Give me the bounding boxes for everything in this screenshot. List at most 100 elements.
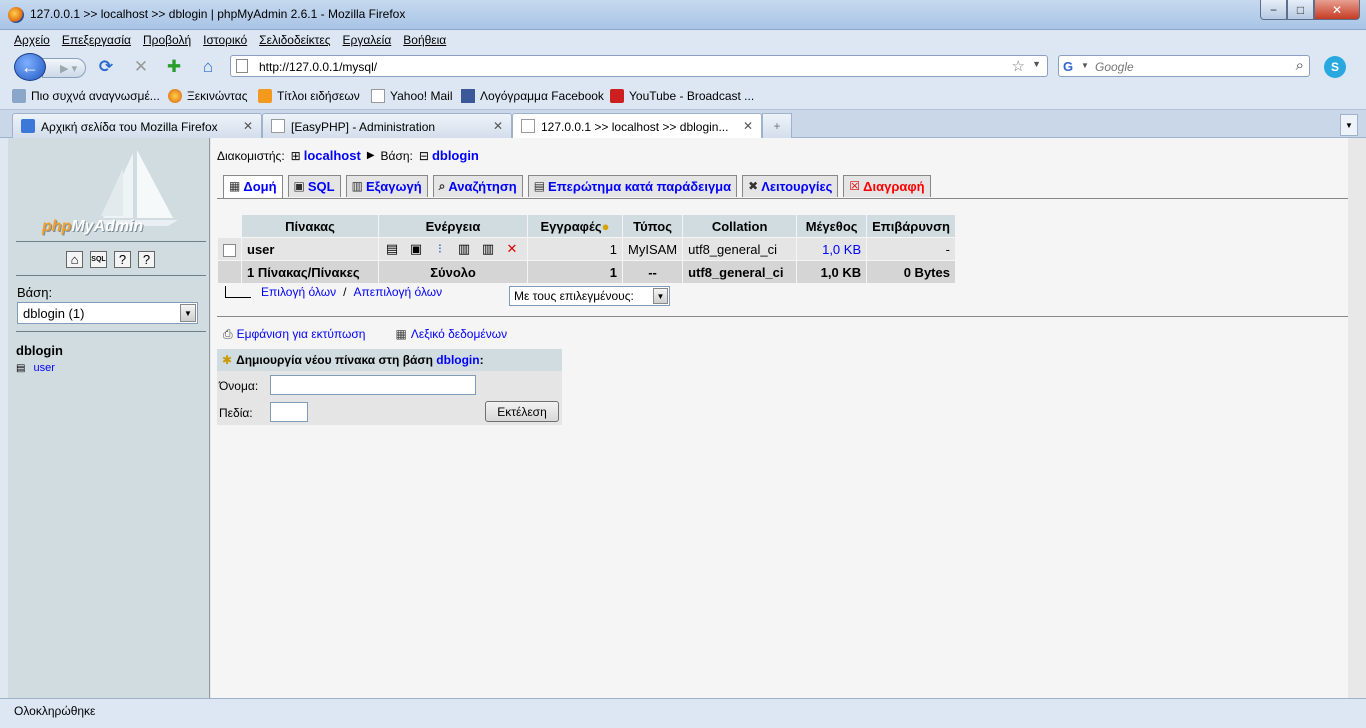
structure-icon[interactable]: ▣ (408, 241, 424, 257)
menu-file[interactable]: Αρχείο (14, 33, 50, 47)
table-name-input[interactable] (270, 375, 476, 395)
breadcrumb: Διακομιστής: ⊞ localhost ▶ Βάση: ⊟ dblog… (217, 148, 479, 163)
new-tab-button[interactable]: + (762, 113, 792, 138)
browse-icon[interactable]: ▤ (384, 241, 400, 257)
new-table-icon: ✱ (222, 353, 233, 367)
stop-icon[interactable]: ✕ (131, 57, 151, 77)
bookmark-youtube[interactable]: YouTube - Broadcast ... (610, 89, 754, 103)
tab-drop[interactable]: ☒ Διαγραφή (843, 175, 931, 197)
star-icon[interactable]: ☆ (1012, 57, 1025, 75)
bookmark-most-visited[interactable]: Πιο συχνά αναγνωσμέ... (12, 89, 160, 103)
overhead-value: - (867, 238, 955, 260)
page-icon (236, 59, 248, 73)
column-header-records[interactable]: Εγγραφές● (528, 215, 622, 237)
skype-icon[interactable]: S (1324, 56, 1346, 78)
table-row: user ▤ ▣ ⁝ ▥ ▥ ✕ 1 MyISAM utf8_general_c… (218, 238, 955, 260)
back-button[interactable]: ← (14, 53, 46, 81)
column-header-collation: Collation (683, 215, 797, 237)
close-icon[interactable]: ✕ (243, 119, 253, 133)
tab-sql[interactable]: ▣ SQL (287, 175, 341, 197)
table-list-item[interactable]: ▤ user (16, 362, 55, 374)
column-header-table[interactable]: Πίνακας (242, 215, 378, 237)
home-icon[interactable]: ⌂ (66, 251, 83, 268)
delete-icon: ☒ (849, 179, 861, 193)
vertical-scrollbar[interactable] (1348, 138, 1366, 698)
data-dictionary-link[interactable]: Λεξικό δεδομένων (411, 327, 507, 342)
print-view-link[interactable]: Εμφάνιση για εκτύπωση (237, 327, 366, 342)
menu-bookmarks[interactable]: Σελιδοδείκτες (259, 33, 330, 47)
table-icon[interactable]: ▤ (16, 363, 25, 374)
left-navigation-frame: phpMyAdmin ⌂ SQL ? ? Βάση: dblogin (1) ▼… (8, 138, 210, 698)
page-icon (371, 89, 385, 103)
documentation-icon[interactable]: ? (114, 251, 131, 268)
tab-structure[interactable]: ▦ Δομή (223, 175, 283, 198)
chevron-down-icon[interactable]: ▼ (1032, 59, 1041, 69)
menu-help[interactable]: Βοήθεια (403, 33, 446, 47)
with-selected-select[interactable]: Με τους επιλεγμένους: ▼ (509, 286, 670, 306)
firefox-icon (168, 89, 182, 103)
database-link[interactable]: dblogin (432, 148, 479, 163)
create-db-link[interactable]: dblogin (436, 353, 479, 367)
column-header-action: Ενέργεια (379, 215, 527, 237)
close-icon[interactable]: ✕ (493, 119, 503, 133)
home-icon[interactable]: ⌂ (198, 57, 218, 77)
tab-easyphp[interactable]: [EasyPHP] - Administration ✕ (262, 113, 512, 138)
search-input[interactable]: G ▼ Google ⌕ (1058, 55, 1310, 77)
tab-query-by-example[interactable]: ▤ Επερώτημα κατά παράδειγμα (527, 175, 738, 197)
main-content-frame: Διακομιστής: ⊞ localhost ▶ Βάση: ⊟ dblog… (211, 138, 1350, 698)
add-bookmark-icon[interactable]: ✚ (164, 57, 184, 77)
close-button[interactable]: ✕ (1314, 0, 1360, 20)
collation-value: utf8_general_ci (683, 238, 797, 260)
menu-history[interactable]: Ιστορικό (203, 33, 247, 47)
maximize-button[interactable]: □ (1287, 0, 1314, 20)
bookmark-getting-started[interactable]: Ξεκινώντας (168, 89, 247, 103)
menu-view[interactable]: Προβολή (143, 33, 191, 47)
go-button[interactable]: Εκτέλεση (485, 401, 559, 422)
tab-operations[interactable]: ✖ Λειτουργίες (742, 175, 839, 197)
drop-icon[interactable]: ✕ (504, 241, 520, 257)
status-text: Ολοκληρώθηκε (14, 704, 96, 718)
check-all-link[interactable]: Επιλογή όλων (261, 285, 336, 299)
tab-list-button[interactable]: ▼ (1340, 114, 1358, 136)
size-link[interactable]: 1,0 KB (797, 238, 867, 260)
google-icon (21, 119, 35, 133)
insert-icon[interactable]: ▥ (456, 241, 472, 257)
minimize-button[interactable]: − (1260, 0, 1287, 20)
sql-query-icon[interactable]: SQL (90, 251, 107, 268)
quick-links: ⌂ SQL ? ? (66, 251, 162, 268)
menu-tools[interactable]: Εργαλεία (343, 33, 392, 47)
phpmyadmin-logo[interactable]: phpMyAdmin (38, 148, 188, 238)
close-icon[interactable]: ✕ (743, 119, 753, 133)
bookmark-yahoo-mail[interactable]: Yahoo! Mail (371, 89, 452, 103)
google-icon[interactable]: G (1063, 59, 1073, 74)
fields-count-input[interactable] (270, 402, 308, 422)
search-icon[interactable]: ⁝ (432, 241, 448, 257)
tab-search[interactable]: ⌕ Αναζήτηση (432, 175, 523, 197)
tab-phpmyadmin[interactable]: 127.0.0.1 >> localhost >> dblogin... ✕ (512, 113, 762, 139)
chevron-down-icon[interactable]: ▼ (180, 304, 196, 322)
row-checkbox[interactable] (223, 243, 236, 257)
search-icon[interactable]: ⌕ (1296, 57, 1304, 74)
reload-icon[interactable]: ⟳ (96, 57, 116, 77)
chevron-down-icon[interactable]: ▼ (653, 288, 668, 304)
server-link[interactable]: localhost (304, 148, 361, 163)
bookmark-news[interactable]: Τίτλοι ειδήσεων (258, 89, 360, 103)
plus-icon: + (773, 119, 781, 133)
url-bar[interactable]: http://127.0.0.1/mysql/ ☆ ▼ (230, 55, 1048, 77)
uncheck-all-link[interactable]: Απεπιλογή όλων (353, 285, 442, 299)
database-select[interactable]: dblogin (1) ▼ (17, 302, 198, 324)
sql-docs-icon[interactable]: ? (138, 251, 155, 268)
chevron-down-icon[interactable]: ▼ (1081, 61, 1089, 70)
empty-icon[interactable]: ▥ (480, 241, 496, 257)
summary-size: 1,0 KB (797, 261, 867, 283)
tab-firefox-home[interactable]: Αρχική σελίδα του Mozilla Firefox ✕ (12, 113, 262, 138)
secondary-links: ⎙ Εμφάνιση για εκτύπωση ▦ Λεξικό δεδομέν… (223, 327, 507, 342)
sql-icon: ▣ (293, 179, 305, 193)
name-label: Όνομα: (219, 379, 259, 393)
menu-edit[interactable]: Επεξεργασία (62, 33, 131, 47)
tab-export[interactable]: ▥ Εξαγωγή (345, 175, 428, 197)
table-name[interactable]: user (242, 238, 378, 260)
bookmark-facebook[interactable]: Λογόγραμμα Facebook (461, 89, 604, 103)
forward-button[interactable]: ▶ ▾ (42, 58, 86, 78)
table-link-user[interactable]: user (33, 362, 54, 374)
